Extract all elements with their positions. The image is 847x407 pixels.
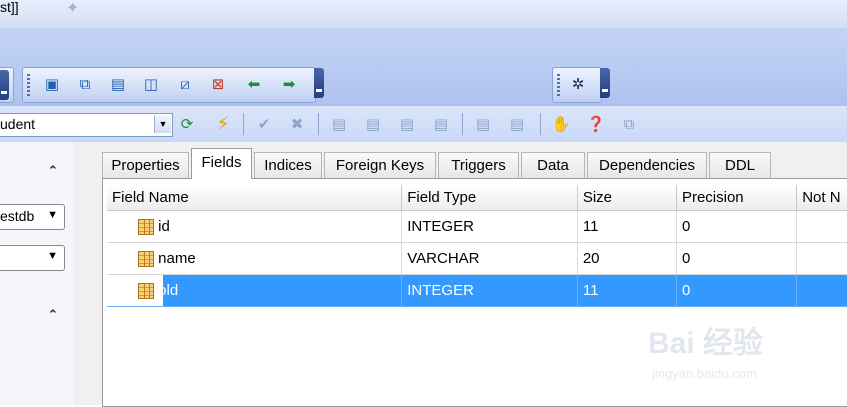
field-name-cell[interactable]: old <box>107 274 403 307</box>
toolbar-grip[interactable] <box>27 74 30 96</box>
field-type-cell[interactable]: INTEGER <box>401 274 578 307</box>
tab-label: Triggers <box>451 157 506 174</box>
field-name: id <box>158 217 170 235</box>
column-header[interactable]: Size <box>577 185 677 211</box>
table-layout-icon[interactable]: ▤ <box>108 74 128 94</box>
table-row[interactable]: id INTEGER 11 0 <box>107 210 847 243</box>
secondary-selector[interactable]: ▼ <box>0 245 65 271</box>
tab-properties[interactable]: Properties <box>102 152 189 178</box>
column-header[interactable]: Field Name <box>107 185 403 211</box>
tab-triggers[interactable]: Triggers <box>438 152 519 178</box>
grid-header-row: Field Name Field Type Size Precision Not… <box>107 185 847 211</box>
window-title: st]] <box>0 0 19 15</box>
field-left-icon[interactable]: ▤ <box>472 113 494 135</box>
tab-label: Fields <box>201 154 242 171</box>
field-delete-icon[interactable]: ▤ <box>362 113 384 135</box>
toolbar-options-chevron[interactable] <box>0 70 9 100</box>
watermark-logo: Bai 经验 <box>648 327 764 360</box>
chevron-down-icon[interactable]: ▼ <box>154 115 171 133</box>
tab-dependencies[interactable]: Dependencies <box>587 152 707 178</box>
field-size-cell[interactable]: 11 <box>577 274 677 307</box>
tab-label: Properties <box>111 157 180 174</box>
field-name: name <box>158 249 196 267</box>
toolbar-separator <box>243 113 244 135</box>
database-selector-value: estdb <box>0 208 35 224</box>
field-icon <box>138 219 154 236</box>
field-type-cell[interactable]: VARCHAR <box>401 242 578 275</box>
chevron-down-icon[interactable]: ▼ <box>47 250 58 262</box>
rollback-icon[interactable]: ✖ <box>286 113 308 135</box>
tab-foreign-keys[interactable]: Foreign Keys <box>324 152 436 178</box>
column-header[interactable]: Not N <box>796 185 847 211</box>
field-icon <box>138 251 154 268</box>
field-notnull-cell[interactable] <box>796 210 847 243</box>
tab-label: Data <box>537 157 569 174</box>
tab-label: Indices <box>264 157 312 174</box>
object-selector[interactable]: udent ▼ <box>0 113 173 137</box>
split-view-icon[interactable]: ◫ <box>141 74 161 94</box>
delete-icon[interactable]: ⊠ <box>208 74 228 94</box>
table-row-selected[interactable]: old INTEGER 11 0 <box>107 274 847 307</box>
database-selector[interactable]: estdb ▼ <box>0 204 65 230</box>
tab-fields[interactable]: Fields <box>191 148 252 179</box>
tab-ddl[interactable]: DDL <box>709 152 771 178</box>
tab-label: Foreign Keys <box>335 157 425 174</box>
tab-label: DDL <box>724 157 755 174</box>
field-notnull-cell[interactable] <box>796 274 847 307</box>
field-down-icon[interactable]: ▤ <box>430 113 452 135</box>
execute-icon[interactable]: ⚡ <box>212 113 234 135</box>
new-table-icon[interactable]: ▣ <box>42 74 62 94</box>
refresh-icon[interactable]: ⟳ <box>176 113 198 135</box>
navigation-pane: ⌃ estdb ▼ ▼ ⌃ <box>0 142 75 405</box>
commit-icon[interactable]: ✔ <box>253 113 275 135</box>
field-type-cell[interactable]: INTEGER <box>401 210 578 243</box>
field-precision-cell[interactable]: 0 <box>676 242 798 275</box>
field-right-icon[interactable]: ▤ <box>506 113 528 135</box>
field-name: old <box>158 281 179 299</box>
field-precision-cell[interactable]: 0 <box>676 210 798 243</box>
toolbar-separator <box>318 113 319 135</box>
title-bar: st]] ✦ <box>0 0 847 28</box>
help-icon[interactable]: ❓ <box>585 113 607 135</box>
copy-icon[interactable]: ⧉ <box>75 74 95 94</box>
toolbar-left-stub <box>0 67 14 103</box>
chevron-down-icon[interactable]: ▼ <box>47 209 58 221</box>
field-precision-cell[interactable]: 0 <box>676 274 798 307</box>
forward-icon[interactable]: ➡ <box>279 74 299 94</box>
pin-icon[interactable]: ✦ <box>66 0 79 18</box>
object-selector-value: udent <box>0 116 36 132</box>
settings-gear-icon[interactable]: ✲ <box>568 74 588 94</box>
settings-toolbar-chevron[interactable] <box>600 68 610 98</box>
hand-icon[interactable]: ✋ <box>550 113 572 135</box>
field-name-cell[interactable]: id <box>107 210 403 243</box>
field-size-cell[interactable]: 20 <box>577 242 677 275</box>
back-icon[interactable]: ⬅ <box>244 74 264 94</box>
tab-label: Dependencies <box>599 157 695 174</box>
edit-icon[interactable]: ⧄ <box>175 74 195 94</box>
toolbar-separator <box>462 113 463 135</box>
watermark-url: jingyan.baidu.com <box>652 366 757 381</box>
field-notnull-cell[interactable] <box>796 242 847 275</box>
collapse-up-icon[interactable]: ⌃ <box>46 164 60 178</box>
object-toolbar <box>22 67 316 103</box>
column-header[interactable]: Precision <box>676 185 798 211</box>
object-toolbar-chevron[interactable] <box>314 68 324 98</box>
collapse-up-icon[interactable]: ⌃ <box>46 308 60 322</box>
toolbar-separator <box>540 113 541 135</box>
field-insert-icon[interactable]: ▤ <box>328 113 350 135</box>
window-icon[interactable]: ⧉ <box>618 113 640 135</box>
toolbar-grip[interactable] <box>557 74 560 96</box>
field-icon <box>138 283 154 300</box>
field-up-icon[interactable]: ▤ <box>396 113 418 135</box>
column-header[interactable]: Field Type <box>401 185 578 211</box>
fields-grid: Field Name Field Type Size Precision Not… <box>107 185 847 307</box>
field-name-cell[interactable]: name <box>107 242 403 275</box>
tab-data[interactable]: Data <box>521 152 585 178</box>
tab-indices[interactable]: Indices <box>254 152 322 178</box>
table-row[interactable]: name VARCHAR 20 0 <box>107 242 847 275</box>
field-size-cell[interactable]: 11 <box>577 210 677 243</box>
